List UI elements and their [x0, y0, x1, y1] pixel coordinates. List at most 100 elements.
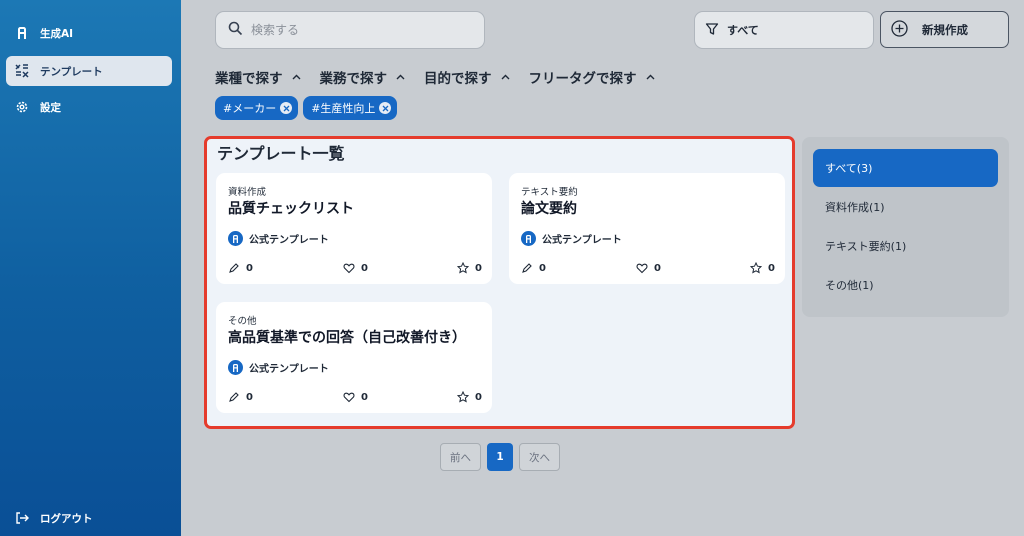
app-logo-icon	[14, 25, 30, 41]
edit-count[interactable]: 0	[521, 262, 546, 274]
category-item-summary[interactable]: テキスト要約(1)	[813, 227, 998, 265]
sidebar-item-generative-ai[interactable]: 生成AI	[6, 18, 172, 48]
logout-icon	[14, 510, 30, 526]
category-item-document[interactable]: 資料作成(1)	[813, 188, 998, 226]
prev-page-label: 前へ	[450, 451, 471, 464]
star-count-value: 0	[475, 262, 482, 274]
category-filters: 業種で探す 業務で探す 目的で探す フリータグで探す	[215, 66, 674, 88]
category-item-label: その他(1)	[825, 279, 874, 292]
category-label: 業務で探す	[319, 71, 388, 87]
sidebar: 生成AI テンプレート 設定 ログアウト	[0, 0, 181, 536]
like-count[interactable]: 0	[343, 391, 368, 403]
category-item-other[interactable]: その他(1)	[813, 266, 998, 304]
pencil-icon	[229, 392, 239, 402]
star-count[interactable]: 0	[750, 262, 775, 274]
category-item-label: 資料作成(1)	[825, 201, 885, 214]
category-label: 目的で探す	[424, 71, 492, 87]
pencil-icon	[229, 263, 239, 273]
chevron-up-icon	[646, 74, 654, 79]
app-logo-icon	[521, 231, 536, 246]
like-count-value: 0	[361, 391, 368, 403]
official-badge: 公式テンプレート	[228, 231, 329, 246]
plus-circle-icon	[891, 19, 922, 40]
sidebar-item-label: 設定	[40, 101, 61, 114]
sidebar-item-settings[interactable]: 設定	[6, 92, 172, 122]
search-box[interactable]	[215, 11, 485, 49]
category-label: 業種で探す	[215, 71, 283, 87]
star-icon	[750, 262, 762, 274]
filter-by-purpose[interactable]: 目的で探す	[424, 67, 511, 87]
category-item-label: テキスト要約(1)	[825, 240, 907, 253]
edit-count-value: 0	[246, 391, 253, 403]
search-icon	[228, 21, 243, 40]
star-icon	[457, 262, 469, 274]
heart-icon	[343, 392, 355, 403]
sidebar-item-templates[interactable]: テンプレート	[6, 56, 172, 86]
page-number-label: 1	[496, 451, 504, 463]
app-logo-icon	[228, 360, 243, 375]
star-icon	[457, 391, 469, 403]
edit-count[interactable]: 0	[228, 262, 253, 274]
filter-label: すべて	[727, 24, 759, 37]
star-count-value: 0	[768, 262, 775, 274]
template-card[interactable]: 資料作成 品質チェックリスト 公式テンプレート 0 0 0	[216, 173, 492, 284]
template-grid-icon	[14, 63, 30, 79]
logout-button[interactable]: ログアウト	[6, 503, 172, 533]
template-card[interactable]: その他 高品質基準での回答（自己改善付き） 公式テンプレート 0 0 0	[216, 302, 492, 413]
tag-chip-label: #メーカー	[223, 102, 277, 115]
category-item-all[interactable]: すべて(3)	[813, 149, 998, 187]
heart-icon	[636, 263, 648, 274]
close-icon[interactable]	[280, 102, 293, 114]
edit-count-value: 0	[539, 262, 546, 274]
like-count[interactable]: 0	[343, 262, 368, 274]
card-category: 資料作成	[228, 187, 267, 198]
search-input[interactable]	[251, 23, 451, 37]
filter-select[interactable]: すべて	[694, 11, 874, 49]
card-title: 論文要約	[521, 201, 577, 217]
funnel-icon	[705, 22, 727, 39]
next-page-label: 次へ	[529, 451, 550, 464]
new-button-label: 新規作成	[922, 22, 968, 37]
star-count[interactable]: 0	[457, 262, 482, 274]
card-title: 品質チェックリスト	[228, 201, 354, 217]
category-list: すべて(3) 資料作成(1) テキスト要約(1) その他(1)	[802, 137, 1009, 317]
template-card[interactable]: テキスト要約 論文要約 公式テンプレート 0 0 0	[509, 173, 785, 284]
edit-count-value: 0	[246, 262, 253, 274]
tag-chip-productivity: #生産性向上	[303, 96, 398, 120]
new-template-button[interactable]: 新規作成	[880, 11, 1009, 48]
logout-label: ログアウト	[40, 512, 93, 525]
gear-icon	[14, 99, 30, 115]
page-number-current[interactable]: 1	[487, 443, 513, 471]
like-count[interactable]: 0	[636, 262, 661, 274]
heart-icon	[343, 263, 355, 274]
chevron-up-icon	[396, 74, 405, 79]
prev-page-button[interactable]: 前へ	[440, 443, 481, 471]
badge-label: 公式テンプレート	[542, 235, 622, 246]
sidebar-item-label: 生成AI	[40, 27, 74, 40]
card-category: その他	[228, 316, 257, 327]
panel-title: テンプレート一覧	[217, 144, 345, 163]
next-page-button[interactable]: 次へ	[519, 443, 560, 471]
like-count-value: 0	[361, 262, 368, 274]
star-count[interactable]: 0	[457, 391, 482, 403]
close-icon[interactable]	[379, 102, 392, 114]
sidebar-item-label: テンプレート	[40, 65, 103, 78]
filter-by-free-tag[interactable]: フリータグで探す	[529, 67, 656, 87]
chevron-up-icon	[292, 74, 300, 79]
pencil-icon	[522, 263, 532, 273]
template-list-panel: テンプレート一覧 資料作成 品質チェックリスト 公式テンプレート 0 0 0 テ…	[204, 136, 795, 429]
app-logo-icon	[228, 231, 243, 246]
badge-label: 公式テンプレート	[249, 364, 329, 375]
tag-chip-maker: #メーカー	[215, 96, 299, 120]
filter-by-industry[interactable]: 業種で探す	[215, 67, 302, 87]
badge-label: 公式テンプレート	[249, 235, 329, 246]
card-category: テキスト要約	[521, 187, 578, 198]
card-title: 高品質基準での回答（自己改善付き）	[228, 330, 466, 346]
chevron-up-icon	[501, 74, 509, 79]
active-tag-chips: #メーカー #生産性向上	[215, 96, 402, 120]
star-count-value: 0	[475, 391, 482, 403]
filter-by-task[interactable]: 業務で探す	[320, 67, 407, 87]
official-badge: 公式テンプレート	[521, 231, 622, 246]
edit-count[interactable]: 0	[228, 391, 253, 403]
category-label: フリータグで探す	[528, 71, 637, 87]
